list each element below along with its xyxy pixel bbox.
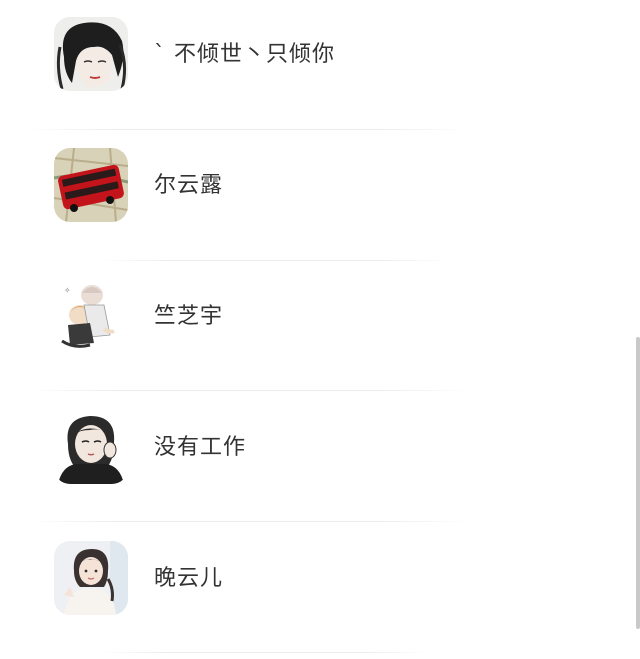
girl-photo-avatar	[54, 541, 128, 615]
divider	[28, 521, 468, 522]
contact-name: ˋ 不倾世丶只倾你	[154, 42, 335, 67]
scrollbar[interactable]	[636, 337, 640, 629]
contact-item[interactable]: ✧ 竺芝宇	[0, 262, 630, 392]
cartoon-girl-avatar	[54, 410, 128, 484]
divider	[28, 129, 468, 130]
svg-text:✧: ✧	[64, 286, 71, 295]
contact-name: 竺芝宇	[154, 304, 224, 329]
divider	[100, 652, 430, 653]
contact-item[interactable]: 尔云露	[0, 131, 630, 261]
contact-item[interactable]: 没有工作	[0, 393, 630, 523]
divider	[28, 390, 468, 391]
contact-name: 晚云儿	[154, 566, 224, 591]
contact-list: ˋ 不倾世丶只倾你 尔云露 ✧ 竺芝宇 没有工作 晚云儿	[0, 0, 640, 659]
contact-item[interactable]: ˋ 不倾世丶只倾你	[0, 0, 630, 130]
divider	[100, 260, 450, 261]
ink-sketch-man-avatar	[54, 17, 128, 91]
contact-name: 没有工作	[154, 435, 247, 460]
red-double-decker-bus-avatar	[54, 148, 128, 222]
contact-item[interactable]: 晚云儿	[0, 524, 630, 654]
anime-couple-avatar: ✧	[54, 279, 128, 353]
contact-name: 尔云露	[154, 173, 224, 198]
